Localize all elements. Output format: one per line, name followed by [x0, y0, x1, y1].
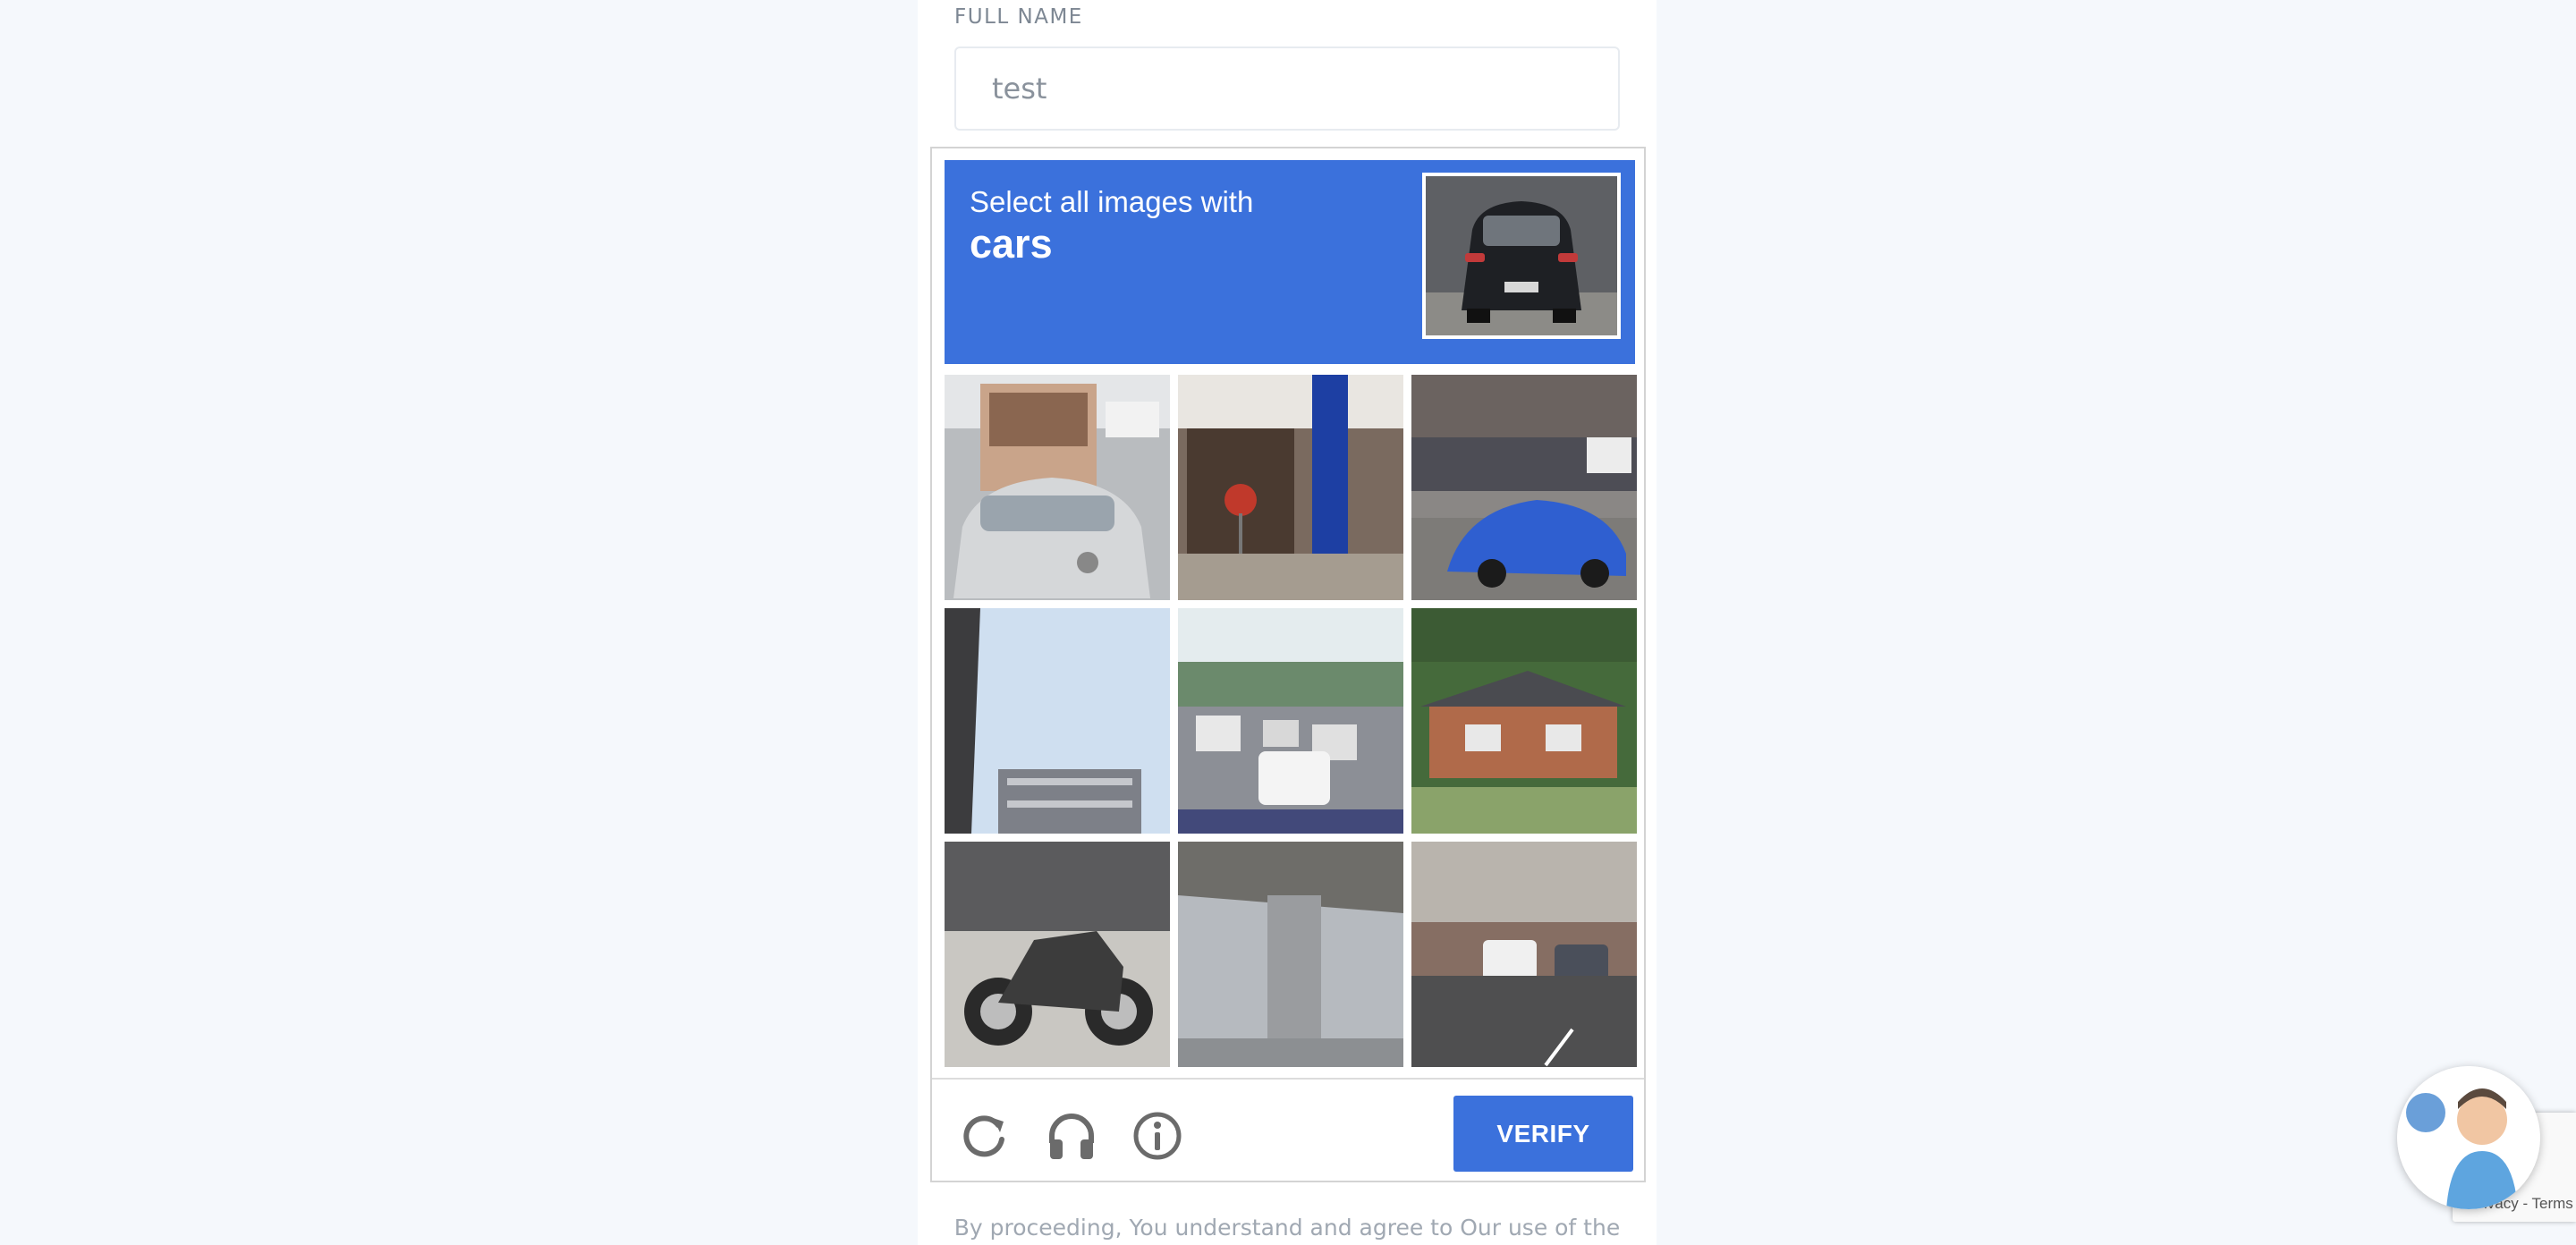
captcha-tile-2[interactable]: [1178, 375, 1403, 600]
captcha-tile-5[interactable]: [1178, 608, 1403, 834]
captcha-tile-4[interactable]: [945, 608, 1170, 834]
captcha-tile-7[interactable]: [945, 842, 1170, 1067]
captcha-tile-8[interactable]: [1178, 842, 1403, 1067]
terms-disclaimer: By proceeding, You understand and agree …: [953, 1215, 1621, 1241]
info-icon[interactable]: [1131, 1109, 1184, 1163]
full-name-input[interactable]: [954, 47, 1620, 131]
captcha-prompt-text: Select all images with: [970, 185, 1254, 218]
captcha-tile-1[interactable]: [945, 375, 1170, 600]
audio-headphones-icon[interactable]: [1045, 1109, 1098, 1163]
captcha-footer-divider: [932, 1078, 1644, 1080]
full-name-label: FULL NAME: [954, 5, 1083, 29]
captcha-tile-9[interactable]: [1411, 842, 1637, 1067]
captcha-prompt-banner: Select all images with cars: [945, 160, 1635, 364]
captcha-tile-6[interactable]: [1411, 608, 1637, 834]
reload-icon[interactable]: [959, 1109, 1013, 1163]
captcha-tile-3[interactable]: [1411, 375, 1637, 600]
captcha-sample-image: [1422, 173, 1621, 339]
chat-assistant-avatar-icon[interactable]: [2397, 1066, 2540, 1209]
verify-button[interactable]: VERIFY: [1453, 1096, 1633, 1172]
captcha-prompt-target: cars: [970, 221, 1053, 267]
